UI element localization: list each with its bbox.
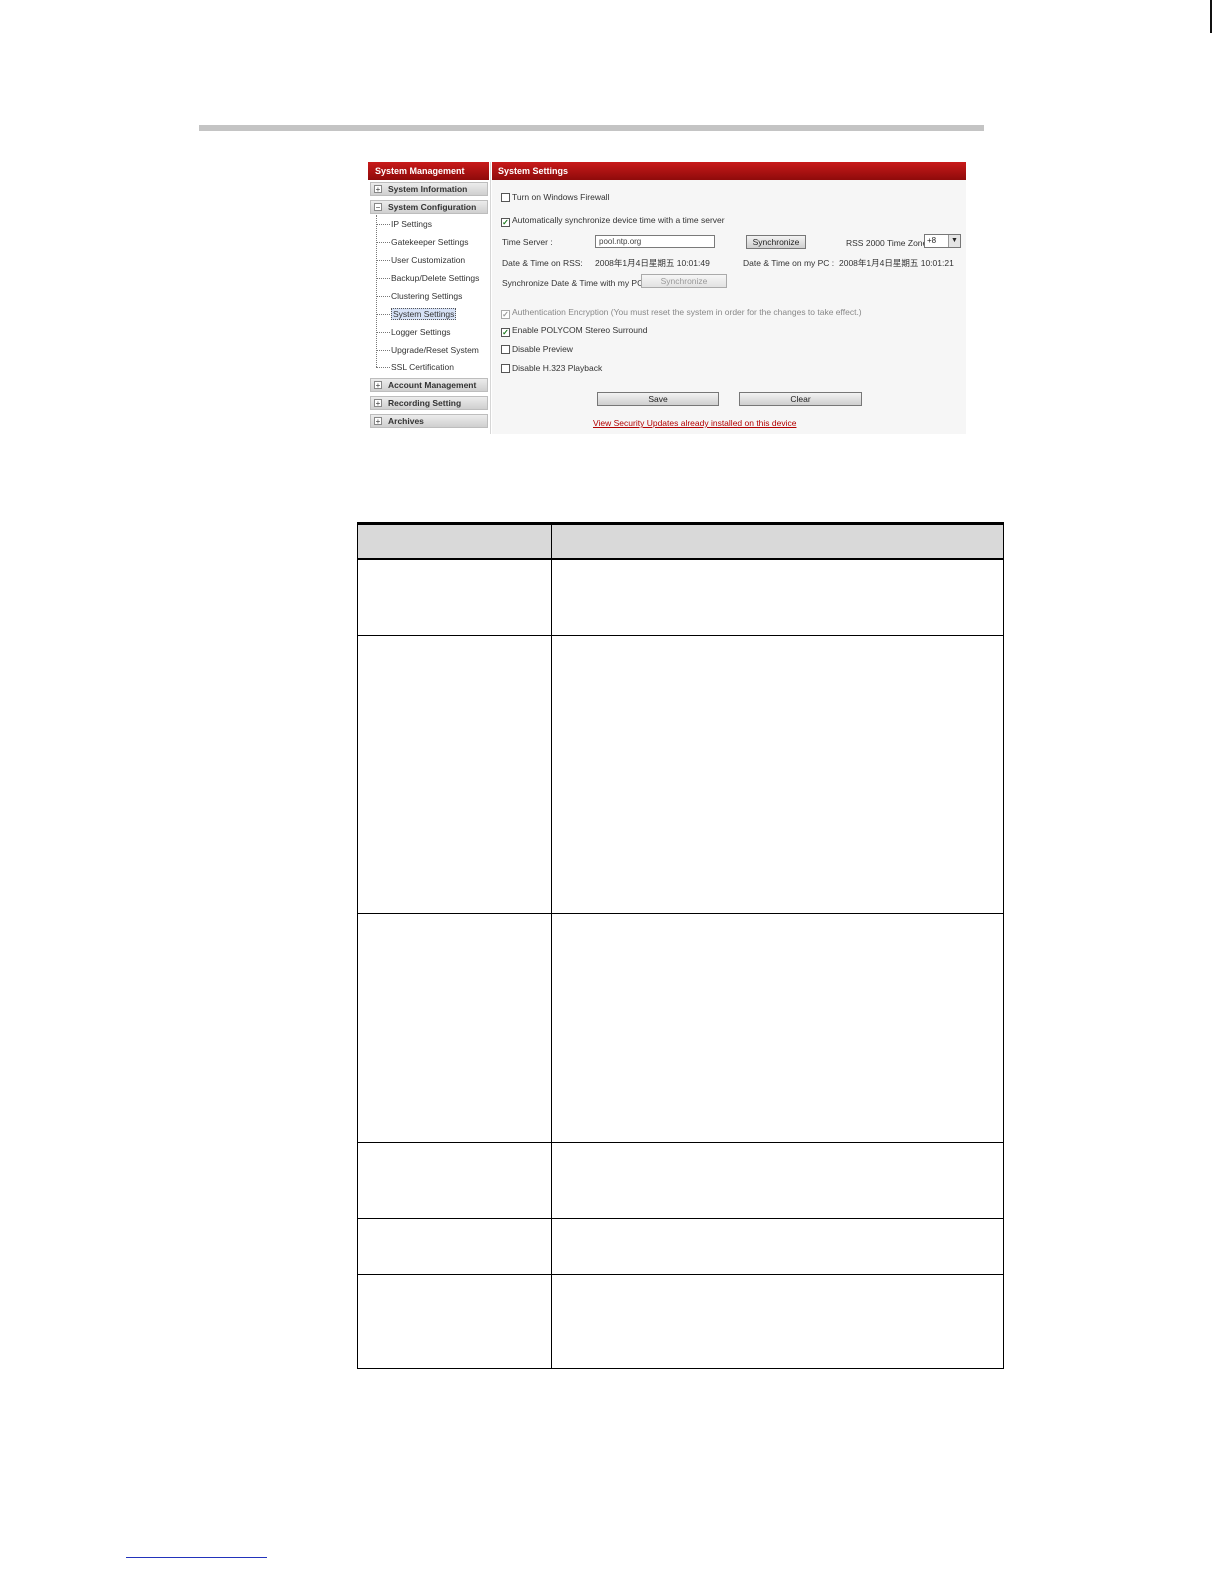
sidebar-section-recording-setting[interactable]: + Recording Setting — [370, 396, 488, 410]
stereo-surround-option: ✓ Enable POLYCOM Stereo Surround — [501, 324, 647, 337]
sidebar-item-upgrade-reset-system[interactable]: Upgrade/Reset System — [376, 344, 479, 356]
check-mark-icon: ✓ — [502, 328, 509, 337]
stereo-surround-checkbox[interactable]: ✓ — [501, 328, 510, 337]
firewall-label: Turn on Windows Firewall — [512, 192, 610, 202]
auth-encryption-label: Authentication Encryption (You must rese… — [512, 307, 862, 317]
sidebar: System Management + System Information −… — [368, 162, 491, 434]
stereo-surround-label: Enable POLYCOM Stereo Surround — [512, 325, 648, 335]
sidebar-item-clustering-settings[interactable]: Clustering Settings — [376, 290, 462, 302]
time-server-input[interactable]: pool.ntp.org — [595, 235, 715, 248]
disable-preview-label: Disable Preview — [512, 344, 573, 354]
save-button[interactable]: Save — [597, 392, 719, 406]
clear-button[interactable]: Clear — [739, 392, 862, 406]
row-divider — [358, 1218, 1003, 1219]
check-mark-icon: ✓ — [502, 218, 509, 227]
sync-pc-label: Synchronize Date & Time with my PC — [502, 278, 644, 288]
footer-link-underline — [126, 1557, 267, 1558]
sidebar-section-label: System Configuration — [388, 202, 477, 212]
sidebar-item-gatekeeper-settings[interactable]: Gatekeeper Settings — [376, 236, 469, 248]
synchronize-pc-button[interactable]: Synchronize — [641, 274, 727, 288]
date-pc-value: 2008年1月4日星期五 10:01:21 — [839, 258, 954, 268]
system-settings-screenshot: System Management + System Information −… — [368, 162, 966, 434]
panel-title: System Settings — [492, 162, 966, 180]
disable-playback-label: Disable H.323 Playback — [512, 363, 603, 373]
synchronize-button[interactable]: Synchronize — [746, 235, 806, 249]
firewall-checkbox[interactable] — [501, 193, 510, 202]
table-header — [358, 523, 1003, 560]
header-rule — [199, 125, 984, 131]
auth-encryption-option: ✓ Authentication Encryption (You must res… — [501, 306, 862, 319]
row-divider — [358, 1142, 1003, 1143]
sidebar-item-user-customization[interactable]: User Customization — [376, 254, 465, 266]
page-edge-rule — [1210, 0, 1212, 33]
disable-playback-option: Disable H.323 Playback — [501, 362, 602, 374]
auto-sync-checkbox[interactable]: ✓ — [501, 218, 510, 227]
timezone-select[interactable]: +8 ▼ — [924, 234, 961, 248]
sidebar-item-ssl-certification[interactable]: SSL Certification — [376, 361, 454, 373]
row-divider — [358, 913, 1003, 914]
plus-icon[interactable]: + — [374, 381, 382, 390]
disable-preview-option: Disable Preview — [501, 343, 573, 355]
minus-icon[interactable]: − — [374, 203, 382, 212]
sidebar-section-system-information[interactable]: + System Information — [370, 182, 488, 196]
sidebar-item-backup-delete-settings[interactable]: Backup/Delete Settings — [376, 272, 479, 284]
date-rss-label: Date & Time on RSS: — [502, 258, 583, 268]
sidebar-header: System Management — [368, 162, 489, 180]
row-divider — [358, 1274, 1003, 1275]
time-server-label: Time Server : — [502, 237, 553, 247]
row-divider — [358, 635, 1003, 636]
column-divider — [551, 523, 552, 1368]
sidebar-section-label: Recording Setting — [388, 398, 462, 408]
sidebar-item-logger-settings[interactable]: Logger Settings — [376, 326, 451, 338]
auto-sync-label: Automatically synchronize device time wi… — [512, 215, 725, 225]
date-pc-label: Date & Time on my PC : — [743, 258, 835, 268]
security-updates-link[interactable]: View Security Updates already installed … — [593, 418, 796, 428]
plus-icon[interactable]: + — [374, 185, 382, 194]
sidebar-section-label: Archives — [388, 416, 424, 426]
sidebar-section-account-management[interactable]: + Account Management — [370, 378, 488, 392]
plus-icon[interactable]: + — [374, 417, 382, 426]
date-rss-value: 2008年1月4日星期五 10:01:49 — [595, 258, 710, 268]
chevron-down-icon[interactable]: ▼ — [948, 235, 960, 247]
plus-icon[interactable]: + — [374, 399, 382, 408]
check-mark-icon: ✓ — [502, 310, 509, 319]
sidebar-section-archives[interactable]: + Archives — [370, 414, 488, 428]
disable-playback-checkbox[interactable] — [501, 364, 510, 373]
sidebar-section-label: Account Management — [388, 380, 477, 390]
timezone-label: RSS 2000 Time Zone — [846, 238, 928, 248]
firewall-option: Turn on Windows Firewall — [501, 191, 609, 203]
auto-sync-option: ✓ Automatically synchronize device time w… — [501, 214, 725, 227]
settings-table — [357, 522, 1004, 1369]
sidebar-section-label: System Information — [388, 184, 468, 194]
sidebar-item-system-settings[interactable]: System Settings — [376, 308, 457, 320]
sidebar-section-system-configuration[interactable]: − System Configuration — [370, 200, 488, 214]
auth-encryption-checkbox[interactable]: ✓ — [501, 310, 510, 319]
disable-preview-checkbox[interactable] — [501, 345, 510, 354]
timezone-value: +8 — [927, 236, 937, 245]
sidebar-item-ip-settings[interactable]: IP Settings — [376, 218, 432, 230]
settings-panel: System Settings Turn on Windows Firewall… — [492, 162, 966, 434]
